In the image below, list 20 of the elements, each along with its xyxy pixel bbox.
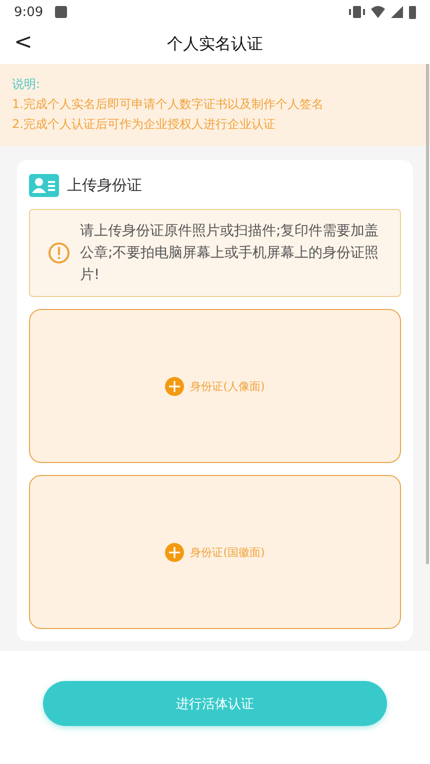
add-icon — [165, 376, 184, 396]
id-card-icon — [29, 174, 59, 197]
status-time: 9:09 — [14, 4, 44, 20]
warning-text: 请上传身份证原件照片或扫描件;复印件需要加盖公章;不要拍电脑屏幕上或手机屏幕上的身份证照片! — [80, 222, 380, 285]
battery-icon — [409, 6, 416, 18]
add-icon — [165, 542, 184, 562]
warning-icon — [48, 242, 70, 264]
liveness-button[interactable]: 进行活体认证 — [43, 681, 387, 726]
signal-icon — [391, 6, 403, 18]
vibrate-icon — [349, 6, 365, 18]
upload-area[interactable]: 身份证(人像面) — [29, 309, 401, 463]
upload-area[interactable]: 身份证(国徽面) — [29, 475, 401, 629]
page-title: 个人实名认证 — [167, 34, 263, 54]
notice-line: 1.完成个人实名后即可申请个人数字证书以及制作个人签名 — [12, 96, 324, 112]
wifi-icon — [371, 6, 385, 18]
notice-heading: 说明: — [12, 76, 42, 92]
notice-line: 2.完成个人认证后可作为企业授权人进行企业认证 — [12, 116, 276, 132]
notification-icon — [55, 6, 68, 18]
card-title: 上传身份证 — [67, 176, 142, 195]
back-button[interactable]: < — [10, 30, 36, 55]
